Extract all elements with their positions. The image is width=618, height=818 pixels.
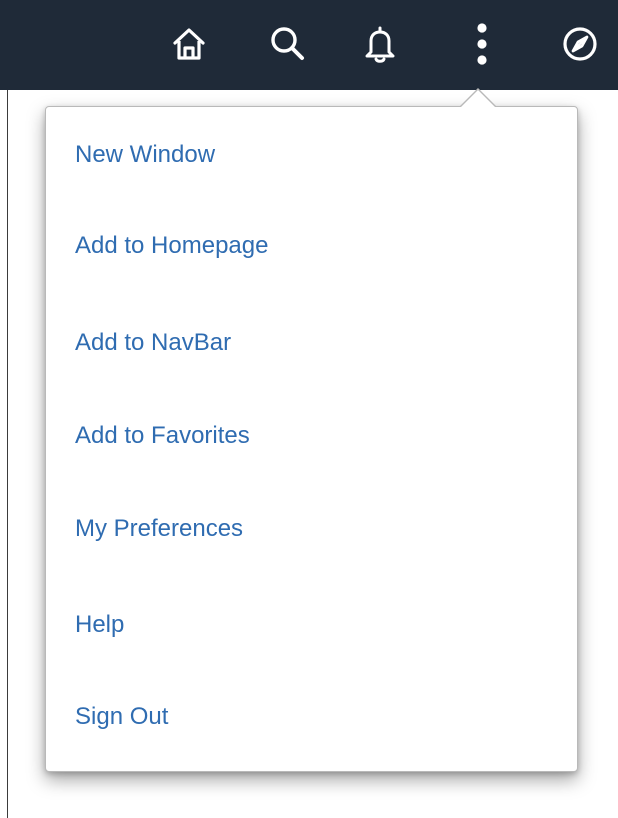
notifications-button[interactable] (356, 20, 404, 68)
window-edge (7, 0, 8, 818)
home-button[interactable] (165, 20, 213, 68)
menu-item-sign-out[interactable]: Sign Out (75, 697, 168, 737)
menu-pointer (460, 90, 496, 108)
search-icon (271, 27, 304, 60)
actions-dropdown-menu: New Window Add to Homepage Add to NavBar… (45, 106, 578, 772)
menu-item-add-to-navbar[interactable]: Add to NavBar (75, 323, 231, 363)
navbar-button[interactable] (556, 20, 604, 68)
actions-menu-button[interactable] (458, 20, 506, 68)
search-button[interactable] (263, 20, 311, 68)
menu-item-my-preferences[interactable]: My Preferences (75, 509, 243, 549)
home-icon (173, 28, 205, 60)
compass-icon (563, 27, 597, 61)
menu-item-add-to-favorites[interactable]: Add to Favorites (75, 416, 250, 456)
menu-item-add-to-homepage[interactable]: Add to Homepage (75, 226, 268, 266)
page: New Window Add to Homepage Add to NavBar… (0, 0, 618, 818)
more-vertical-icon (477, 23, 487, 65)
menu-item-help[interactable]: Help (75, 605, 124, 645)
menu-item-new-window[interactable]: New Window (75, 135, 215, 175)
header-bar (0, 0, 618, 90)
bell-icon (365, 26, 395, 63)
